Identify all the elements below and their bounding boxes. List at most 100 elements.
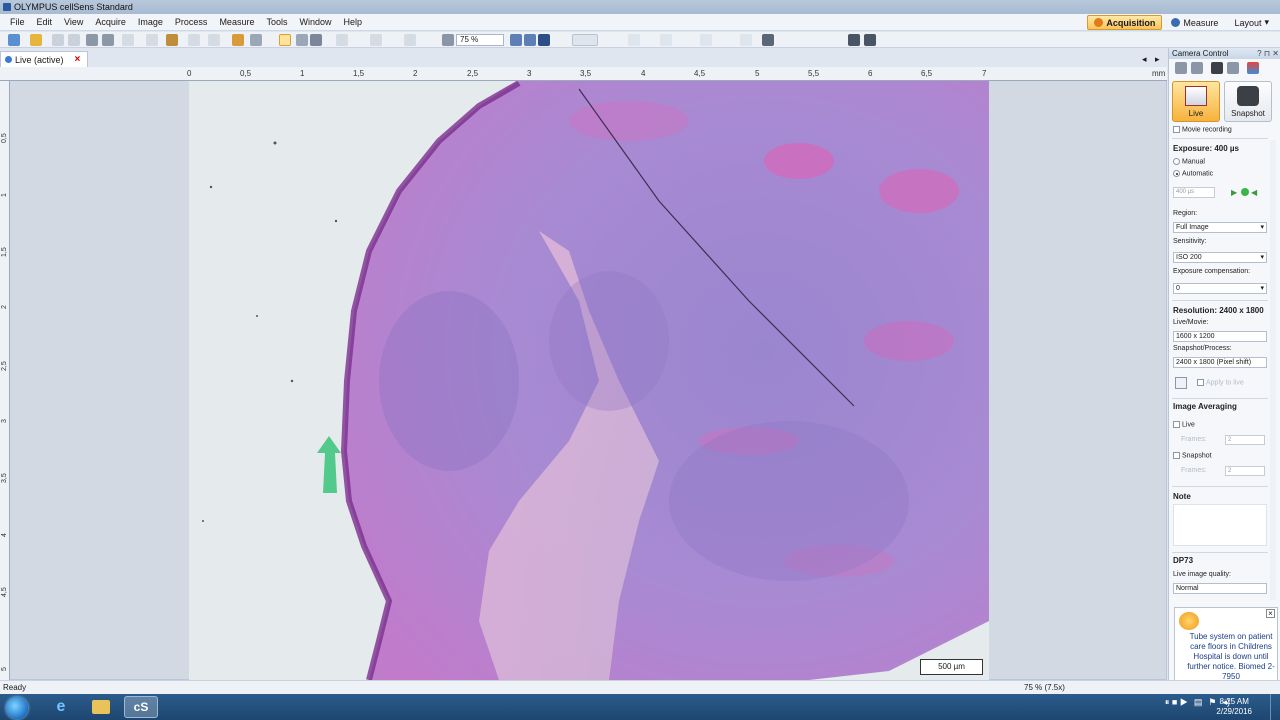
menu-image[interactable]: Image xyxy=(132,14,169,31)
select-tool-icon[interactable] xyxy=(296,34,308,46)
avg-snapshot-checkbox[interactable] xyxy=(1173,452,1180,459)
menu-edit[interactable]: Edit xyxy=(31,14,59,31)
start-button[interactable] xyxy=(6,697,28,719)
network-icon[interactable]: ▤ xyxy=(1194,697,1203,708)
view-split-icon[interactable] xyxy=(864,34,876,46)
layout-tab-measure[interactable]: Measure xyxy=(1164,15,1225,30)
crop-icon[interactable] xyxy=(1175,377,1187,389)
live-label: Live xyxy=(1188,109,1204,118)
note-textarea[interactable] xyxy=(1173,504,1267,546)
automatic-option[interactable]: Automatic xyxy=(1173,170,1213,177)
print-preview-icon[interactable] xyxy=(102,34,114,46)
ruler-tick: 5 xyxy=(755,69,760,78)
automatic-radio[interactable] xyxy=(1173,170,1180,177)
layout-tab-layout[interactable]: Layout ▾ xyxy=(1227,15,1276,30)
menu-help[interactable]: Help xyxy=(337,14,368,31)
live-button[interactable]: Live xyxy=(1172,81,1220,122)
menu-window[interactable]: Window xyxy=(293,14,337,31)
redo-icon[interactable] xyxy=(208,34,220,46)
channel-icon[interactable] xyxy=(700,34,712,46)
layout-tab-label: Layout xyxy=(1234,17,1262,28)
flag-icon[interactable]: ⚑ xyxy=(1208,697,1216,708)
avg-snapshot-toggle[interactable]: Snapshot xyxy=(1173,452,1212,459)
clock[interactable]: 8:25 AM 2/29/2016 xyxy=(1216,697,1252,717)
save-all-icon[interactable] xyxy=(68,34,80,46)
white-balance-icon[interactable] xyxy=(1227,62,1239,74)
movie-recording-checkbox[interactable] xyxy=(1173,126,1180,133)
scroll-right-icon[interactable]: ▸ xyxy=(1155,54,1160,65)
menu-measure[interactable]: Measure xyxy=(213,14,260,31)
color-icon[interactable] xyxy=(1247,62,1259,74)
settings-icon[interactable] xyxy=(1175,62,1187,74)
close-icon[interactable]: × xyxy=(1266,609,1275,618)
histogram-icon[interactable] xyxy=(660,34,672,46)
region-select[interactable]: Full Image ▾ xyxy=(1173,222,1267,233)
divider xyxy=(1172,138,1268,139)
frames-live-input[interactable]: 2 xyxy=(1225,435,1265,445)
menu-acquire[interactable]: Acquire xyxy=(89,14,132,31)
layout-grid-icon[interactable] xyxy=(572,34,598,46)
edit-icon[interactable] xyxy=(1191,62,1203,74)
pan-tool-icon[interactable] xyxy=(336,34,348,46)
cellsens-taskbar-button[interactable]: cS xyxy=(124,696,158,718)
internet-explorer-icon[interactable]: e xyxy=(44,696,78,718)
snapshot-button[interactable]: Snapshot xyxy=(1224,81,1272,122)
media-controls-icon[interactable]: ⏸ ■ ▶ xyxy=(1165,697,1188,708)
live-image-canvas[interactable] xyxy=(189,81,989,680)
snapshot-resolution-select[interactable]: 2400 x 1800 (Pixel shift) xyxy=(1173,357,1267,368)
avg-live-toggle[interactable]: Live xyxy=(1173,421,1195,428)
crosshair-icon[interactable] xyxy=(370,34,382,46)
acquisition-icon xyxy=(1094,18,1104,27)
live-quality-select[interactable]: Normal xyxy=(1173,583,1267,594)
frames-snapshot-input[interactable]: 2 xyxy=(1225,466,1265,476)
undo-icon[interactable] xyxy=(188,34,200,46)
zoom-rect-icon[interactable] xyxy=(310,34,322,46)
live-movie-resolution-select[interactable]: 1600 x 1200 xyxy=(1173,331,1267,342)
overlay-icon[interactable] xyxy=(628,34,640,46)
notification-popup[interactable]: × Tube system on patient care floors in … xyxy=(1174,607,1278,683)
show-desktop-button[interactable] xyxy=(1270,694,1280,720)
disabled-tool-icon[interactable] xyxy=(404,34,416,46)
sensitivity-select[interactable]: ISO 200 ▾ xyxy=(1173,252,1267,263)
menu-view[interactable]: View xyxy=(58,14,89,31)
image-props-icon[interactable] xyxy=(232,34,244,46)
zoom-window-icon[interactable] xyxy=(538,34,550,46)
copy-icon[interactable] xyxy=(146,34,158,46)
black-balance-icon[interactable] xyxy=(1211,62,1223,74)
help-pointer-icon[interactable] xyxy=(250,34,262,46)
file-explorer-icon[interactable] xyxy=(84,696,118,718)
layout-tab-acquisition[interactable]: Acquisition xyxy=(1087,15,1163,30)
panel-controls[interactable]: ? ⊓ ✕ xyxy=(1257,48,1279,59)
tab-live-active[interactable]: Live (active) × xyxy=(0,51,88,67)
play-icon[interactable]: ▶ xyxy=(1231,188,1237,197)
paste-icon[interactable] xyxy=(166,34,178,46)
save-icon[interactable] xyxy=(52,34,64,46)
open-folder-icon[interactable] xyxy=(30,34,42,46)
zoom-in-icon[interactable] xyxy=(510,34,522,46)
zoom-icon[interactable] xyxy=(442,34,454,46)
ruler-tick: 2 xyxy=(413,69,418,78)
zoom-level-select[interactable]: 75 % xyxy=(456,34,504,46)
exposure-compensation-select[interactable]: 0 ▾ xyxy=(1173,283,1267,294)
menu-file[interactable]: File xyxy=(4,14,31,31)
panel-scrollbar[interactable] xyxy=(1270,140,1276,600)
movie-recording-toggle[interactable]: Movie recording xyxy=(1173,126,1232,133)
print-icon[interactable] xyxy=(86,34,98,46)
manual-radio[interactable] xyxy=(1173,158,1180,165)
new-document-icon[interactable] xyxy=(8,34,20,46)
hand-tool-icon[interactable] xyxy=(279,34,291,46)
scroll-left-icon[interactable]: ◂ xyxy=(1142,54,1147,65)
cut-icon[interactable] xyxy=(122,34,134,46)
annotation-icon[interactable] xyxy=(740,34,752,46)
rewind-icon[interactable]: ◀ xyxy=(1251,188,1257,197)
export-icon[interactable] xyxy=(762,34,774,46)
menu-tools[interactable]: Tools xyxy=(260,14,293,31)
avg-live-checkbox[interactable] xyxy=(1173,421,1180,428)
view-single-icon[interactable] xyxy=(848,34,860,46)
manual-option[interactable]: Manual xyxy=(1173,158,1205,165)
exposure-input[interactable]: 400 µs xyxy=(1173,187,1215,198)
menu-process[interactable]: Process xyxy=(169,14,214,31)
zoom-fit-icon[interactable] xyxy=(524,34,536,46)
live-camera-icon xyxy=(5,56,12,63)
close-icon[interactable]: × xyxy=(75,54,81,65)
